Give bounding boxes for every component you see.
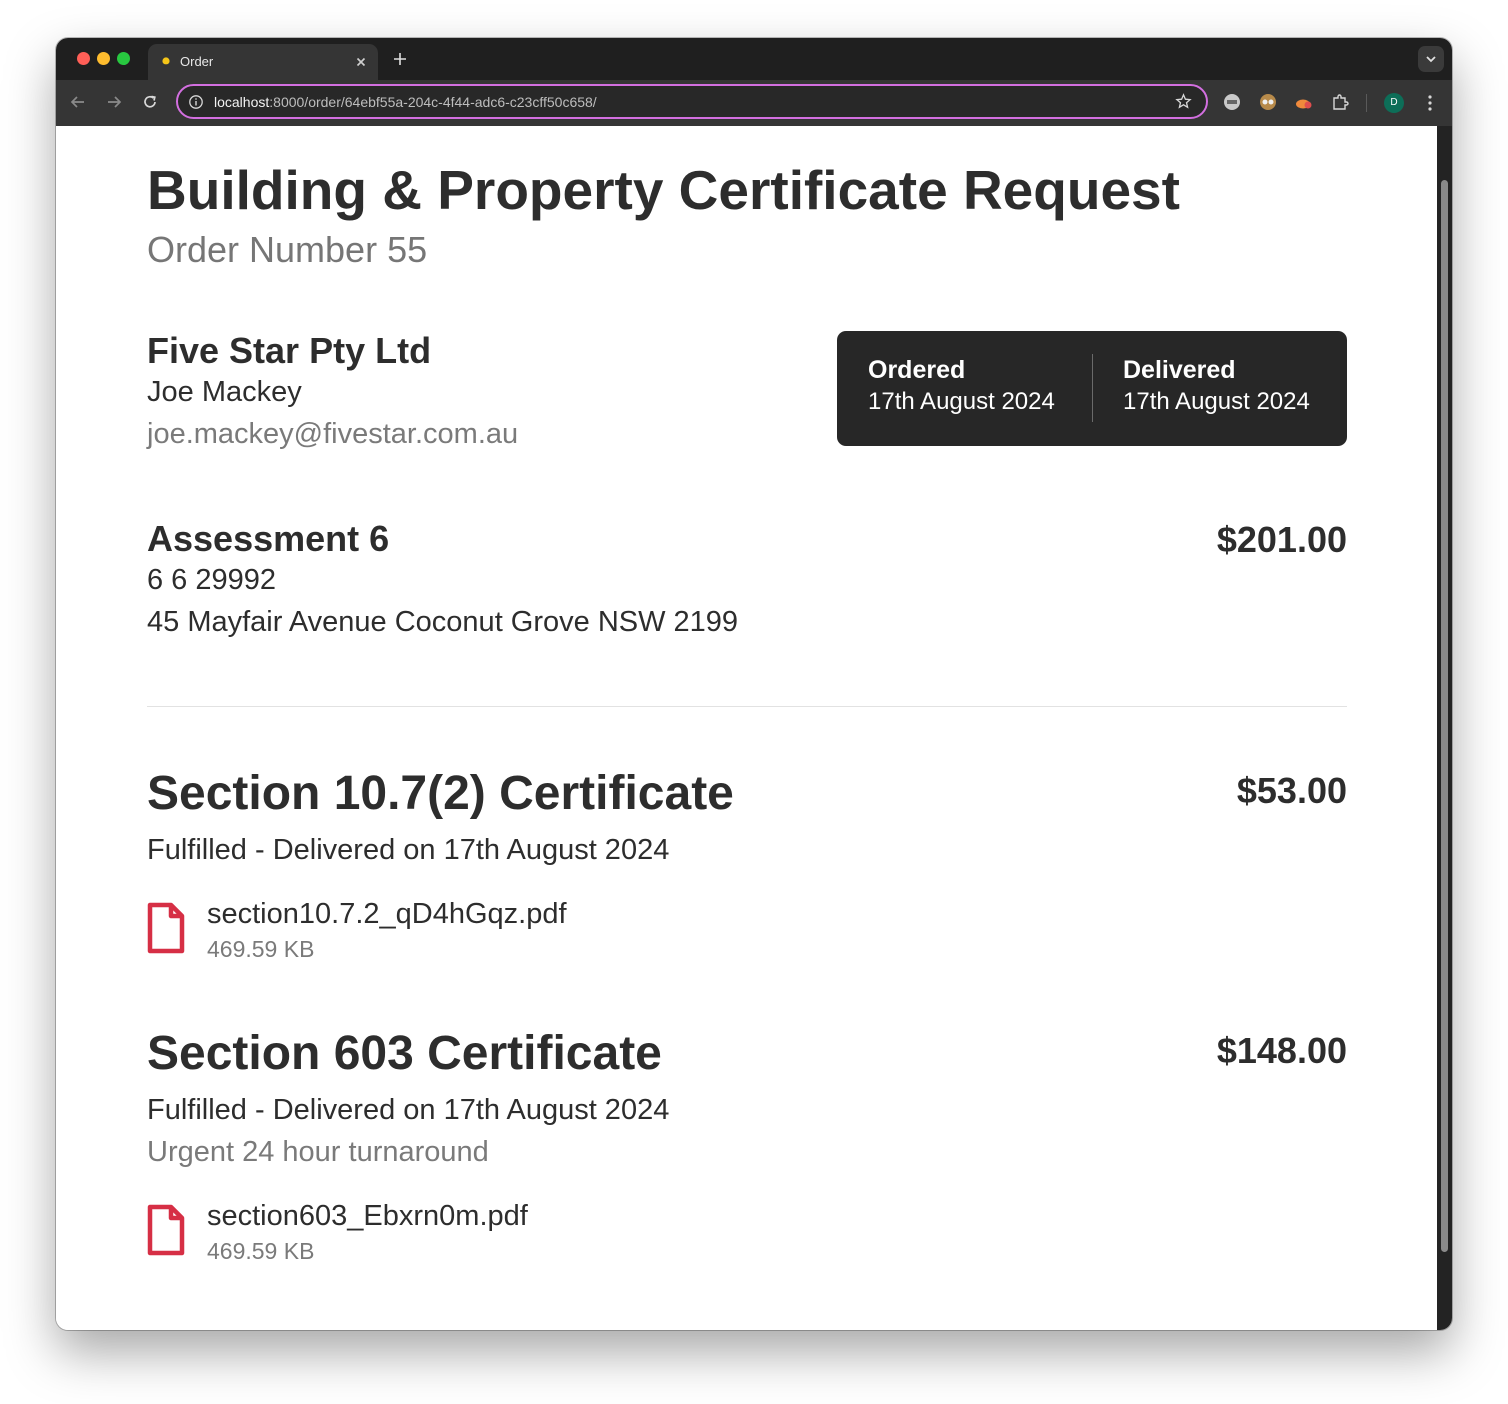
glasses-extension-icon[interactable] [1259, 93, 1277, 111]
pdf-file-icon [147, 1204, 185, 1256]
pdf-file-icon [147, 902, 185, 954]
customer-contact-name: Joe Mackey [147, 376, 302, 408]
assessment-address: 45 Mayfair Avenue Coconut Grove NSW 2199 [147, 606, 739, 638]
url-path: :8000/order/64ebf55a-204c-4f44-adc6-c23c… [269, 94, 597, 110]
customer-company: Five Star Pty Ltd [147, 330, 432, 371]
tab-strip: Order [56, 38, 1452, 80]
back-arrow-icon[interactable] [69, 93, 87, 111]
chevron-down-icon [1426, 56, 1436, 63]
minimize-window-button[interactable] [97, 52, 110, 65]
tab-order[interactable]: Order [148, 44, 378, 80]
assessment-price: $201.00 [1216, 519, 1347, 560]
close-tab-icon[interactable] [354, 55, 368, 69]
certificate-file[interactable]: section10.7.2_qD4hGqz.pdf 469.59 KB [147, 898, 747, 968]
forward-arrow-icon[interactable] [105, 93, 123, 111]
delivered-date: Delivered 17th August 2024 [1123, 355, 1310, 419]
cloud-extension-icon[interactable] [1295, 93, 1313, 111]
file-size: 469.59 KB [207, 1238, 315, 1264]
certificate-price: $148.00 [1216, 1030, 1347, 1071]
url-text[interactable]: localhost:8000/order/64ebf55a-204c-4f44-… [214, 94, 597, 110]
certificate-status: Fulfilled - Delivered on 17th August 202… [147, 834, 670, 866]
certificate-price: $53.00 [1236, 770, 1347, 811]
browser-toolbar: localhost:8000/order/64ebf55a-204c-4f44-… [56, 80, 1452, 126]
bookmark-star-icon[interactable] [1175, 93, 1192, 110]
tab-search-button[interactable] [1418, 46, 1444, 72]
order-dates-panel: Ordered 17th August 2024 Delivered 17th … [837, 331, 1347, 446]
profile-avatar[interactable]: D [1384, 93, 1404, 113]
adblock-extension-icon[interactable] [1223, 93, 1241, 111]
date-divider [1092, 354, 1093, 422]
ordered-date: Ordered 17th August 2024 [868, 355, 1055, 419]
file-name-link[interactable]: section603_Ebxrn0m.pdf [207, 1200, 528, 1233]
url-host: localhost [214, 94, 270, 110]
file-size: 469.59 KB [207, 936, 315, 962]
new-tab-icon[interactable] [392, 51, 408, 67]
certificate-title: Section 10.7(2) Certificate [147, 767, 734, 820]
puzzle-extensions-icon[interactable] [1331, 93, 1349, 111]
close-window-button[interactable] [77, 52, 90, 65]
more-options-icon[interactable] [1422, 93, 1438, 113]
section-divider [147, 706, 1347, 707]
certificate-note: Urgent 24 hour turnaround [147, 1136, 489, 1168]
browser-window: Order localhost:8000/order/64ebf55a-204c… [56, 38, 1452, 1330]
vertical-scrollbar[interactable] [1437, 126, 1452, 1330]
maximize-window-button[interactable] [117, 52, 130, 65]
certificate-status: Fulfilled - Delivered on 17th August 202… [147, 1094, 670, 1126]
ordered-label: Ordered [868, 356, 966, 384]
certificate-item: Section 603 Certificate $148.00 Fulfille… [147, 1026, 1347, 1286]
delivered-value: 17th August 2024 [1123, 388, 1310, 415]
lightbulb-icon [162, 57, 170, 67]
reload-icon[interactable] [141, 93, 159, 111]
tab-title: Order [180, 54, 214, 69]
toolbar-separator [1366, 94, 1367, 112]
assessment-title: Assessment 6 [147, 518, 390, 559]
certificate-file[interactable]: section603_Ebxrn0m.pdf 469.59 KB [147, 1200, 747, 1270]
page-content: Building & Property Certificate Request … [56, 126, 1437, 1330]
address-bar[interactable]: localhost:8000/order/64ebf55a-204c-4f44-… [176, 84, 1208, 119]
assessment-number: 6 6 29992 [147, 564, 277, 596]
file-name-link[interactable]: section10.7.2_qD4hGqz.pdf [207, 898, 567, 931]
page-title: Building & Property Certificate Request [147, 159, 1180, 221]
certificate-item: Section 10.7(2) Certificate $53.00 Fulfi… [147, 766, 1347, 986]
certificate-title: Section 603 Certificate [147, 1027, 662, 1080]
customer-email: joe.mackey@fivestar.com.au [147, 418, 519, 450]
order-number: Order Number 55 [147, 229, 428, 270]
ordered-value: 17th August 2024 [868, 388, 1055, 415]
delivered-label: Delivered [1123, 356, 1236, 384]
scrollbar-thumb[interactable] [1441, 180, 1448, 1252]
site-info-icon[interactable] [188, 94, 204, 110]
